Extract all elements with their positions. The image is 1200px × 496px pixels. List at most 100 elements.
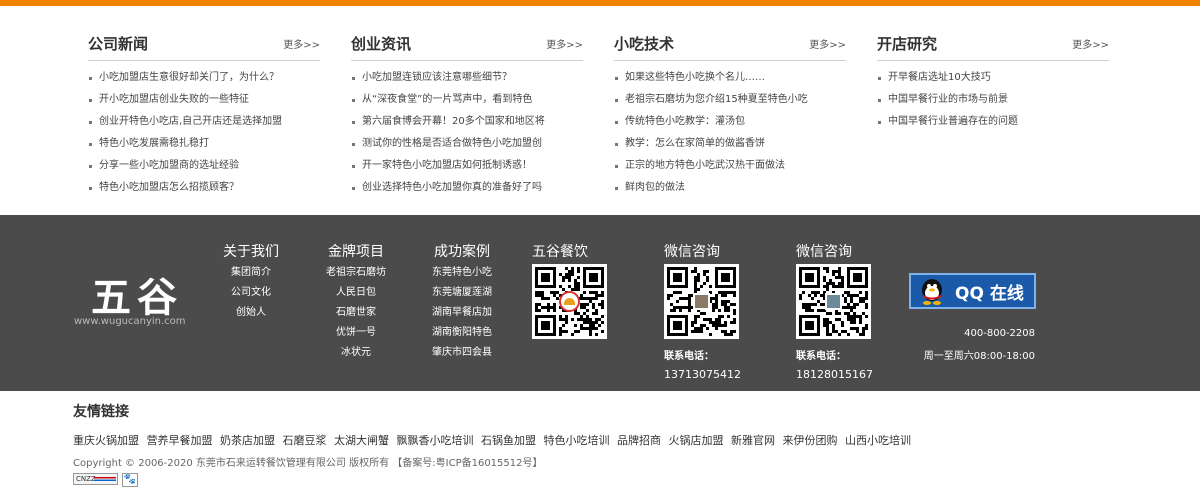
footer-nav-item[interactable]: 石磨世家	[317, 303, 395, 323]
cnzz-label: CNZZ	[76, 475, 96, 483]
more-link[interactable]: 更多>>	[546, 36, 583, 51]
list-item[interactable]: 特色小吃发展需稳扎稳打	[88, 133, 320, 155]
footer-nav-item[interactable]: 集团简介	[212, 263, 290, 283]
list-item[interactable]: 特色小吃加盟店怎么招揽顾客？	[88, 177, 320, 199]
footer-nav-item[interactable]: 人民日包	[317, 283, 395, 303]
footer-nav-title[interactable]: 成功案例	[422, 241, 502, 263]
qr-block-wechat-2: 微信咨询 联系电话： 18128015167	[796, 241, 873, 381]
baidu-paw-icon[interactable]: 🐾	[122, 473, 138, 487]
qr-code-image	[532, 264, 607, 339]
column-title[interactable]: 小吃技术	[614, 33, 674, 54]
list-item[interactable]: 鲜肉包的做法	[614, 177, 846, 199]
column-title[interactable]: 创业资讯	[351, 33, 411, 54]
cnzz-stats-badge[interactable]: CNZZ	[73, 473, 118, 485]
logo-url: www.wugucanyin.com	[74, 316, 186, 327]
list-item[interactable]: 开一家特色小吃加盟店如何抵制诱惑！	[351, 155, 583, 177]
list-item[interactable]: 中国早餐行业的市场与前景	[877, 89, 1109, 111]
footer-nav-item[interactable]: 湖南衡阳特色	[422, 323, 502, 343]
footer-nav-item[interactable]: 冰状元	[317, 343, 395, 363]
news-column-startup: 创业资讯 更多>> 小吃加盟连锁应该注意哪些细节？ 从“深夜食堂”的一片骂声中，…	[351, 30, 583, 199]
list-item[interactable]: 传统特色小吃教学：灌汤包	[614, 111, 846, 133]
footer-nav-about: 关于我们 集团简介 公司文化 创始人	[212, 241, 290, 323]
friend-link[interactable]: 营养早餐加盟	[147, 434, 213, 447]
footer-nav-item[interactable]: 东莞塘厦莲湖	[422, 283, 502, 303]
footer-nav-item[interactable]: 东莞特色小吃	[422, 263, 502, 283]
qr-title: 五谷餐饮	[532, 244, 588, 260]
list-item[interactable]: 从“深夜食堂”的一片骂声中，看到特色	[351, 89, 583, 111]
qr-code-image	[664, 264, 739, 339]
qr-code-image	[796, 264, 871, 339]
qr-logo-badge	[559, 291, 580, 312]
friend-link[interactable]: 太湖大闸蟹	[334, 434, 389, 447]
stats-badges: CNZZ 🐾	[73, 473, 138, 487]
more-link[interactable]: 更多>>	[283, 36, 320, 51]
friend-link[interactable]: 品牌招商	[617, 434, 661, 447]
news-column-company: 公司新闻 更多>> 小吃加盟店生意很好却关门了，为什么？ 开小吃加盟店创业失败的…	[88, 30, 320, 199]
qq-online-button[interactable]: QQ 在线	[909, 273, 1036, 309]
qq-online-label: QQ 在线	[955, 283, 1024, 304]
footer-logo[interactable]: 五谷	[91, 265, 183, 323]
list-item[interactable]: 创业开特色小吃店,自己开店还是选择加盟	[88, 111, 320, 133]
list-item[interactable]: 小吃加盟连锁应该注意哪些细节？	[351, 67, 583, 89]
friend-link[interactable]: 新雅官网	[731, 434, 775, 447]
more-link[interactable]: 更多>>	[809, 36, 846, 51]
qr-title: 微信咨询	[664, 244, 720, 260]
list-item[interactable]: 开小吃加盟店创业失败的一些特征	[88, 89, 320, 111]
list-item[interactable]: 中国早餐行业普遍存在的问题	[877, 111, 1109, 133]
qr-avatar	[693, 293, 710, 310]
qr-contact-label: 联系电话：	[664, 351, 714, 362]
news-list: 小吃加盟店生意很好却关门了，为什么？ 开小吃加盟店创业失败的一些特征 创业开特色…	[88, 67, 320, 199]
list-item[interactable]: 分享一些小吃加盟商的选址经验	[88, 155, 320, 177]
list-item[interactable]: 创业选择特色小吃加盟你真的准备好了吗	[351, 177, 583, 199]
friend-link[interactable]: 火锅店加盟	[669, 434, 724, 447]
friend-links-row: 重庆火锅加盟 营养早餐加盟 奶茶店加盟 石磨豆浆 太湖大闸蟹 飘飘香小吃培训 石…	[73, 432, 915, 448]
footer-nav-item[interactable]: 肇庆市四会县	[422, 343, 502, 363]
list-item[interactable]: 测试你的性格是否适合做特色小吃加盟创	[351, 133, 583, 155]
footer-nav-item[interactable]: 公司文化	[212, 283, 290, 303]
column-header: 开店研究 更多>>	[877, 30, 1109, 61]
list-item[interactable]: 教学：怎么在家简单的做酱香饼	[614, 133, 846, 155]
friend-link[interactable]: 石磨豆浆	[283, 434, 327, 447]
hotline-number: 400-800-2208	[964, 328, 1035, 339]
friend-link[interactable]: 山西小吃培训	[845, 434, 911, 447]
news-column-snack-tech: 小吃技术 更多>> 如果这些特色小吃换个名儿…… 老祖宗石磨坊为您介绍15种夏至…	[614, 30, 846, 199]
qr-block-wechat-1: 微信咨询 联系电话： 13713075412	[664, 241, 741, 381]
column-title[interactable]: 公司新闻	[88, 33, 148, 54]
qr-contact-label: 联系电话：	[796, 351, 846, 362]
list-item[interactable]: 正宗的地方特色小吃武汉热干面做法	[614, 155, 846, 177]
list-item[interactable]: 第六届食博会开幕！20多个国家和地区将	[351, 111, 583, 133]
friend-link[interactable]: 奶茶店加盟	[220, 434, 275, 447]
list-item[interactable]: 如果这些特色小吃换个名儿……	[614, 67, 846, 89]
news-list: 开早餐店选址10大技巧 中国早餐行业的市场与前景 中国早餐行业普遍存在的问题	[877, 67, 1109, 133]
footer-nav-item[interactable]: 湖南早餐店加	[422, 303, 502, 323]
news-list: 小吃加盟连锁应该注意哪些细节？ 从“深夜食堂”的一片骂声中，看到特色 第六届食博…	[351, 67, 583, 199]
service-hours: 周一至周六08:00-18:00	[923, 351, 1035, 362]
footer-nav-title[interactable]: 关于我们	[212, 241, 290, 263]
list-item[interactable]: 小吃加盟店生意很好却关门了，为什么？	[88, 67, 320, 89]
top-accent-bar	[0, 0, 1200, 6]
news-column-store-research: 开店研究 更多>> 开早餐店选址10大技巧 中国早餐行业的市场与前景 中国早餐行…	[877, 30, 1109, 133]
friend-link[interactable]: 特色小吃培训	[544, 434, 610, 447]
footer-nav-item[interactable]: 优饼一号	[317, 323, 395, 343]
news-list: 如果这些特色小吃换个名儿…… 老祖宗石磨坊为您介绍15种夏至特色小吃 传统特色小…	[614, 67, 846, 199]
footer-nav-item[interactable]: 老祖宗石磨坊	[317, 263, 395, 283]
friend-link[interactable]: 重庆火锅加盟	[73, 434, 139, 447]
footer-nav-title[interactable]: 金牌项目	[317, 241, 395, 263]
qr-block-wugu: 五谷餐饮	[532, 241, 607, 347]
column-title[interactable]: 开店研究	[877, 33, 937, 54]
list-item[interactable]: 开早餐店选址10大技巧	[877, 67, 1109, 89]
qr-contact-phone[interactable]: 18128015167	[796, 368, 873, 381]
list-item[interactable]: 老祖宗石磨坊为您介绍15种夏至特色小吃	[614, 89, 846, 111]
column-header: 小吃技术 更多>>	[614, 30, 846, 61]
qr-avatar	[825, 293, 842, 310]
more-link[interactable]: 更多>>	[1072, 36, 1109, 51]
qr-contact-phone[interactable]: 13713075412	[664, 368, 741, 381]
friend-link[interactable]: 来伊份团购	[783, 434, 838, 447]
qq-penguin-icon	[922, 279, 942, 305]
footer-nav-projects: 金牌项目 老祖宗石磨坊 人民日包 石磨世家 优饼一号 冰状元	[317, 241, 395, 363]
footer-nav-item[interactable]: 创始人	[212, 303, 290, 323]
copyright-text: Copyright © 2006-2020 东莞市石来运转餐饮管理有限公司 版权…	[73, 458, 543, 469]
friend-link[interactable]: 石锅鱼加盟	[481, 434, 536, 447]
site-footer: 五谷 www.wugucanyin.com 关于我们 集团简介 公司文化 创始人…	[0, 215, 1200, 391]
friend-link[interactable]: 飘飘香小吃培训	[397, 434, 474, 447]
